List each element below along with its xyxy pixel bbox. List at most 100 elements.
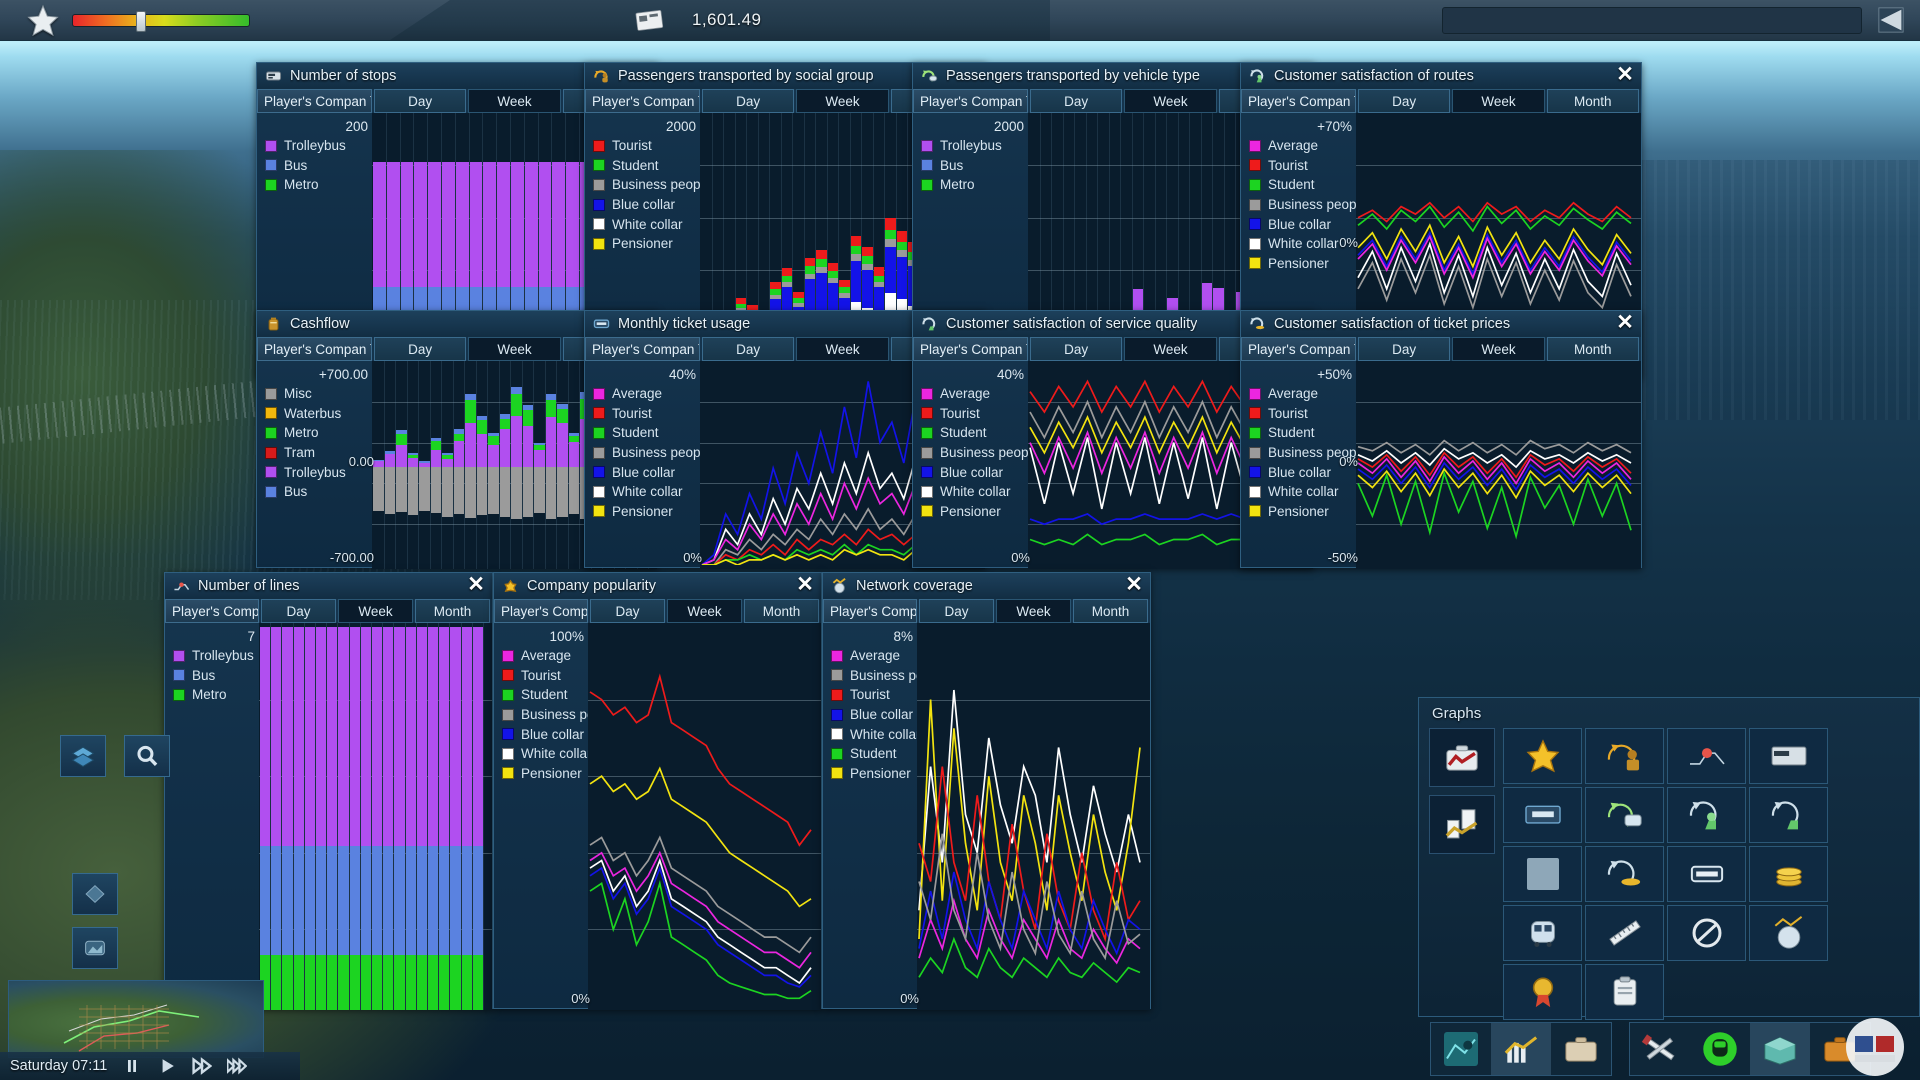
graphs-grid-company-popularity-star-icon[interactable] xyxy=(1503,728,1582,784)
legend-item[interactable]: Student xyxy=(502,685,588,705)
legend-item[interactable]: Business people xyxy=(921,443,1028,463)
legend-item[interactable]: Trolleybus xyxy=(921,136,1028,156)
legend-item[interactable]: Student xyxy=(593,156,700,176)
close-icon[interactable]: ✕ xyxy=(794,575,816,597)
company-select-dropdown[interactable]: Player's Compan xyxy=(257,337,372,361)
legend-item[interactable]: Blue collar xyxy=(921,462,1028,482)
chart-plot-area[interactable] xyxy=(259,623,492,1010)
tab-month[interactable]: Month xyxy=(744,599,819,623)
legend-item[interactable]: Tourist xyxy=(502,666,588,686)
legend-item[interactable]: Business people xyxy=(502,705,588,725)
legend-item[interactable]: Blue collar xyxy=(1249,214,1356,234)
toolbar-map-overlay-icon[interactable] xyxy=(1431,1023,1491,1075)
play-icon[interactable] xyxy=(157,1056,177,1076)
tab-day[interactable]: Day xyxy=(1358,337,1450,361)
company-rating-bar[interactable] xyxy=(72,14,250,27)
legend-item[interactable]: Business people xyxy=(593,175,700,195)
company-select-dropdown[interactable]: Player's Compan xyxy=(823,599,917,623)
legend-item[interactable]: Metro xyxy=(921,175,1028,195)
legend-item[interactable]: White collar xyxy=(831,724,917,744)
topbar-search-field[interactable] xyxy=(1442,7,1862,34)
legend-item[interactable]: Business people xyxy=(1249,195,1356,215)
flag-icon[interactable] xyxy=(1876,7,1906,33)
legend-item[interactable]: Pensioner xyxy=(1249,502,1356,522)
graphs-grid-number-of-stops-icon[interactable] xyxy=(1749,728,1828,784)
legend-item[interactable]: Trolleybus xyxy=(173,646,259,666)
window-title-bar[interactable]: Number of lines✕ xyxy=(165,573,492,599)
company-select-dropdown[interactable]: Player's Compan xyxy=(913,337,1028,361)
tab-day[interactable]: Day xyxy=(919,599,994,623)
legend-item[interactable]: Business people xyxy=(593,443,700,463)
graphs-tile-building-chart-icon[interactable] xyxy=(1429,795,1495,854)
legend-item[interactable]: White collar xyxy=(593,214,700,234)
legend-item[interactable]: Average xyxy=(593,384,700,404)
tab-month[interactable]: Month xyxy=(1547,89,1639,113)
legend-item[interactable]: Average xyxy=(1249,384,1356,404)
legend-item[interactable]: Pensioner xyxy=(593,502,700,522)
graphs-grid-no-entry-icon[interactable] xyxy=(1667,905,1746,961)
legend-item[interactable]: White collar xyxy=(921,482,1028,502)
graphs-grid-network-coverage-icon[interactable] xyxy=(1749,905,1828,961)
legend-item[interactable]: Tourist xyxy=(921,404,1028,424)
tab-day[interactable]: Day xyxy=(374,89,466,113)
company-select-dropdown[interactable]: Player's Compan xyxy=(494,599,588,623)
company-select-dropdown[interactable]: Player's Compan xyxy=(1241,89,1356,113)
tab-day[interactable]: Day xyxy=(702,337,794,361)
graphs-grid-satisfaction-quality-icon[interactable] xyxy=(1749,787,1828,843)
chart-plot-area[interactable] xyxy=(588,623,821,1010)
dock-search-icon[interactable] xyxy=(124,735,170,777)
window-title-bar[interactable]: Company popularity✕ xyxy=(494,573,821,599)
graphs-grid-award-ribbon-icon[interactable] xyxy=(1503,964,1582,1020)
close-icon[interactable]: ✕ xyxy=(1123,575,1145,597)
toolbar-transport-bus-icon[interactable] xyxy=(1690,1023,1750,1075)
graphs-grid-cashflow-coins-icon[interactable] xyxy=(1503,846,1582,902)
pause-icon[interactable] xyxy=(122,1056,142,1076)
legend-item[interactable]: Waterbus xyxy=(265,404,372,424)
graphs-grid-passengers-social-group-icon[interactable] xyxy=(1585,728,1664,784)
tab-week[interactable]: Week xyxy=(1124,337,1216,361)
legend-item[interactable]: Bus xyxy=(173,666,259,686)
company-select-dropdown[interactable]: Player's Compan xyxy=(1241,337,1356,361)
legend-item[interactable]: Pensioner xyxy=(502,764,588,784)
tab-month[interactable]: Month xyxy=(1547,337,1639,361)
tab-week[interactable]: Week xyxy=(796,337,888,361)
legend-item[interactable]: Trolleybus xyxy=(265,136,372,156)
company-select-dropdown[interactable]: Player's Compan xyxy=(165,599,259,623)
tab-week[interactable]: Week xyxy=(1452,89,1544,113)
company-select-dropdown[interactable]: Player's Compan xyxy=(585,337,700,361)
tab-day[interactable]: Day xyxy=(1358,89,1450,113)
legend-item[interactable]: Metro xyxy=(265,175,372,195)
tab-week[interactable]: Week xyxy=(996,599,1071,623)
legend-item[interactable]: Average xyxy=(1249,136,1356,156)
graphs-grid-money-stack-icon[interactable] xyxy=(1749,846,1828,902)
tab-week[interactable]: Week xyxy=(667,599,742,623)
window-title-bar[interactable]: Customer satisfaction of ticket prices✕ xyxy=(1241,311,1641,337)
tab-week[interactable]: Week xyxy=(1452,337,1544,361)
legend-item[interactable]: White collar xyxy=(502,744,588,764)
legend-item[interactable]: Metro xyxy=(173,685,259,705)
legend-item[interactable]: Bus xyxy=(921,156,1028,176)
rating-knob[interactable] xyxy=(136,11,146,32)
toolbar-storage-box-icon[interactable] xyxy=(1750,1023,1810,1075)
company-select-dropdown[interactable]: Player's Compan xyxy=(257,89,372,113)
photo-tool-icon[interactable] xyxy=(82,935,108,961)
fastest-forward-icon[interactable] xyxy=(227,1056,247,1076)
legend-item[interactable]: Student xyxy=(593,423,700,443)
legend-item[interactable]: Business people xyxy=(831,666,917,686)
close-icon[interactable]: ✕ xyxy=(465,575,487,597)
dock-photo-tool-icon[interactable] xyxy=(72,927,118,969)
graphs-grid-satisfaction-ticket-prices-icon[interactable] xyxy=(1585,846,1664,902)
legend-item[interactable]: Student xyxy=(1249,423,1356,443)
company-select-dropdown[interactable]: Player's Compan xyxy=(913,89,1028,113)
legend-item[interactable]: Average xyxy=(831,646,917,666)
legend-item[interactable]: Bus xyxy=(265,482,372,502)
tab-week[interactable]: Week xyxy=(1124,89,1216,113)
company-select-dropdown[interactable]: Player's Compan xyxy=(585,89,700,113)
legend-item[interactable]: Pensioner xyxy=(921,502,1028,522)
legend-item[interactable]: White collar xyxy=(593,482,700,502)
window-title-bar[interactable]: Customer satisfaction of routes✕ xyxy=(1241,63,1641,89)
legend-item[interactable]: Tourist xyxy=(1249,404,1356,424)
legend-item[interactable]: Blue collar xyxy=(502,724,588,744)
legend-item[interactable]: Pensioner xyxy=(831,764,917,784)
legend-item[interactable]: Pensioner xyxy=(1249,254,1356,274)
